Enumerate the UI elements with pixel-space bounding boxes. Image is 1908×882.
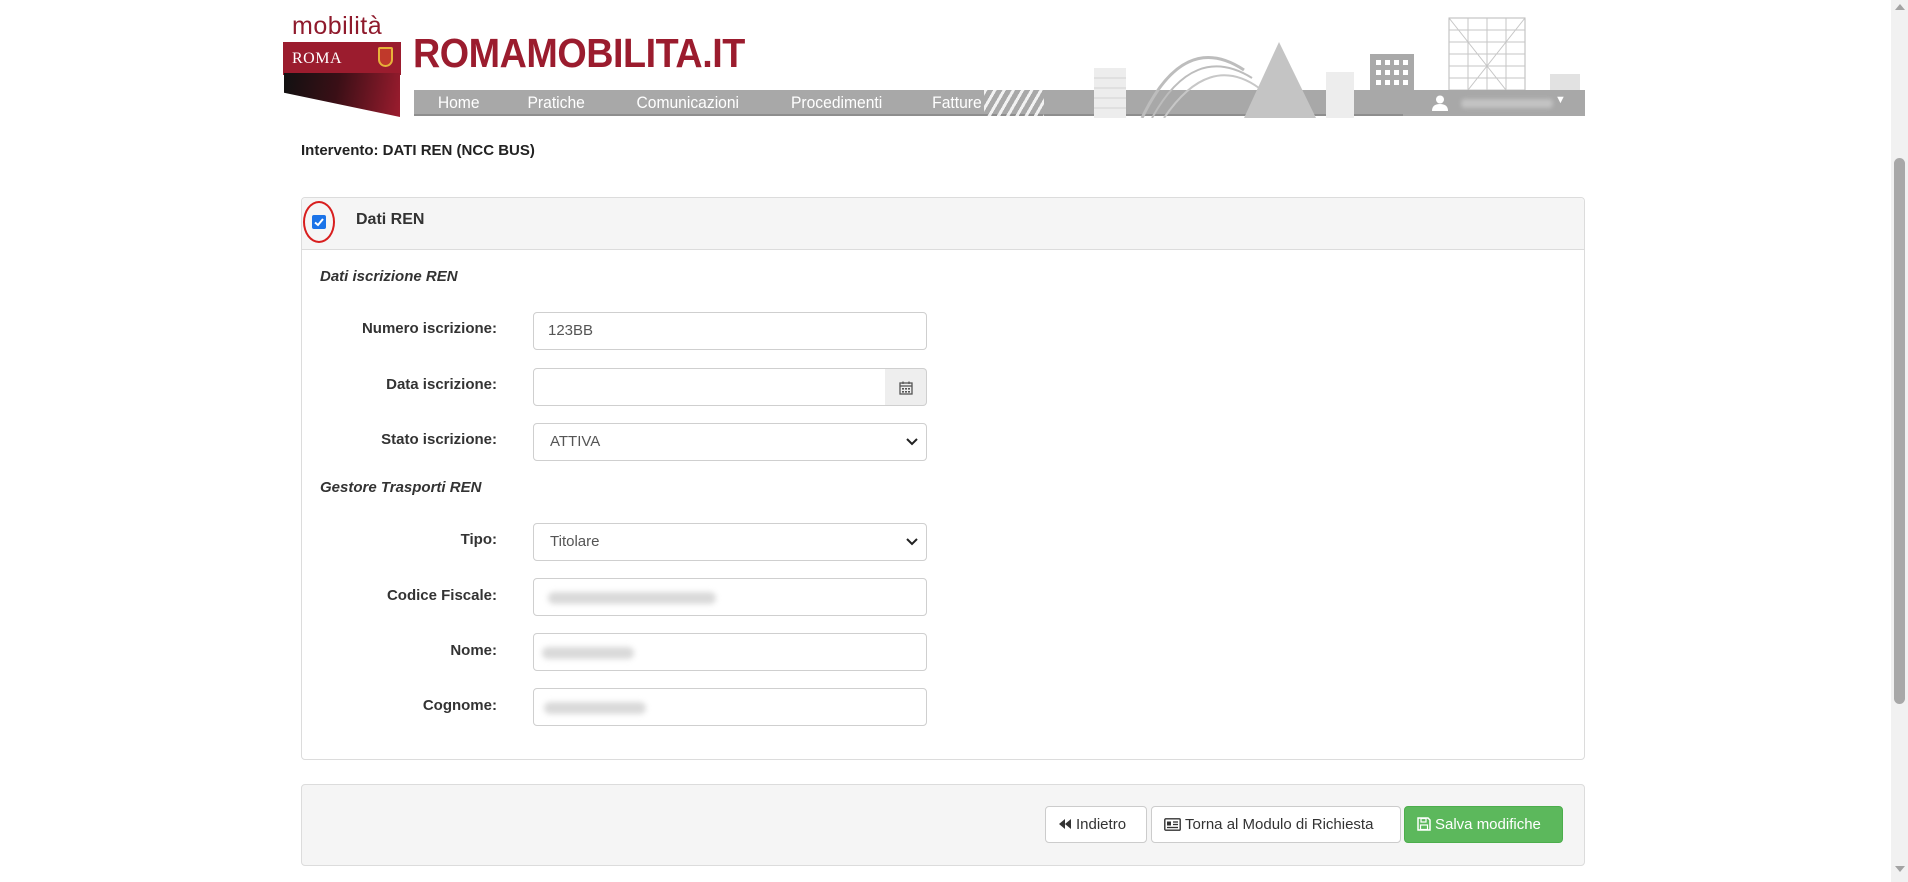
- nav-comunicazioni[interactable]: Comunicazioni: [616, 90, 759, 116]
- chevron-down-icon: [906, 438, 918, 446]
- cognome-label: Cognome:: [422, 697, 497, 714]
- scroll-thumb[interactable]: [1894, 158, 1905, 704]
- brand-title: ROMAMOBILITA.IT: [413, 30, 745, 76]
- section-gestore-title: Gestore Trasporti REN: [320, 479, 482, 496]
- skyline-arches-icon: [1094, 42, 1354, 118]
- user-menu[interactable]: ▼: [1403, 90, 1585, 116]
- scroll-up-arrow-icon[interactable]: [1895, 4, 1905, 10]
- calendar-icon: [899, 381, 913, 395]
- data-iscrizione-input[interactable]: [533, 368, 886, 406]
- codice-fiscale-redacted: [548, 592, 716, 604]
- save-button-label: Salva modifiche: [1435, 816, 1541, 833]
- nav-home[interactable]: Home: [418, 90, 500, 116]
- nome-label: Nome:: [450, 642, 497, 659]
- checkmark-icon: [314, 218, 324, 227]
- logo-roma-text: ROMA: [292, 50, 343, 67]
- scroll-down-arrow-icon[interactable]: [1895, 866, 1905, 872]
- logo-ribbon: [284, 73, 400, 117]
- nav-pratiche[interactable]: Pratiche: [508, 90, 606, 116]
- floppy-disk-icon: [1417, 817, 1431, 831]
- site-header: mobilità ROMA ROMAMOBILITA.IT Home Prati…: [280, 0, 1585, 118]
- nome-input[interactable]: [533, 633, 927, 671]
- main-navbar: Home Pratiche Comunicazioni Procedimenti…: [414, 42, 1585, 118]
- stato-iscrizione-select[interactable]: ATTIVA: [533, 423, 927, 461]
- numero-iscrizione-input[interactable]: 123BB: [533, 312, 927, 350]
- backward-icon: [1059, 819, 1071, 830]
- panel-title: Dati REN: [356, 211, 425, 228]
- nav-procedimenti[interactable]: Procedimenti: [771, 90, 903, 116]
- panel-header: Dati REN: [302, 198, 1584, 250]
- data-iscrizione-label: Data iscrizione:: [386, 376, 497, 393]
- intervention-label: Intervento: DATI REN (NCC BUS): [301, 142, 535, 159]
- save-button[interactable]: Salva modifiche: [1404, 806, 1563, 843]
- calendar-button[interactable]: [885, 368, 927, 406]
- stato-iscrizione-label: Stato iscrizione:: [381, 431, 497, 448]
- tipo-label: Tipo:: [460, 531, 497, 548]
- dati-ren-panel: Dati REN Dati iscrizione REN Numero iscr…: [301, 197, 1585, 760]
- chevron-down-icon: [906, 538, 918, 546]
- back-button[interactable]: Indietro: [1045, 806, 1147, 843]
- numero-iscrizione-label: Numero iscrizione:: [361, 320, 497, 337]
- codice-fiscale-input[interactable]: [533, 578, 927, 616]
- cognome-input[interactable]: [533, 688, 927, 726]
- section-iscrizione-title: Dati iscrizione REN: [320, 268, 458, 285]
- form-toolbar: Indietro Torna al Modulo di Richiesta Sa…: [301, 784, 1585, 866]
- tipo-select[interactable]: Titolare: [533, 523, 927, 561]
- dati-ren-checkbox[interactable]: [312, 215, 326, 229]
- codice-fiscale-label: Codice Fiscale:: [386, 587, 497, 604]
- user-icon: [1432, 95, 1448, 111]
- caret-down-icon: ▼: [1555, 94, 1566, 106]
- nav-items: Home Pratiche Comunicazioni Procedimenti…: [414, 90, 1006, 116]
- nome-redacted: [542, 647, 634, 659]
- back-button-label: Indietro: [1076, 816, 1127, 833]
- user-name-redacted: [1461, 99, 1553, 108]
- roma-mobilita-logo[interactable]: mobilità ROMA: [280, 0, 405, 118]
- cognome-redacted: [544, 702, 646, 714]
- page-scrollbar[interactable]: [1891, 0, 1908, 882]
- nav-stripes: [984, 90, 1044, 116]
- roma-crest-icon: [378, 47, 393, 67]
- return-to-form-label: Torna al Modulo di Richiesta: [1185, 816, 1374, 833]
- tipo-value: Titolare: [550, 533, 600, 550]
- id-card-icon: [1164, 817, 1181, 831]
- logo-mobilita-text: mobilità: [292, 12, 383, 40]
- return-to-form-button[interactable]: Torna al Modulo di Richiesta: [1151, 806, 1401, 843]
- stato-iscrizione-value: ATTIVA: [550, 433, 601, 450]
